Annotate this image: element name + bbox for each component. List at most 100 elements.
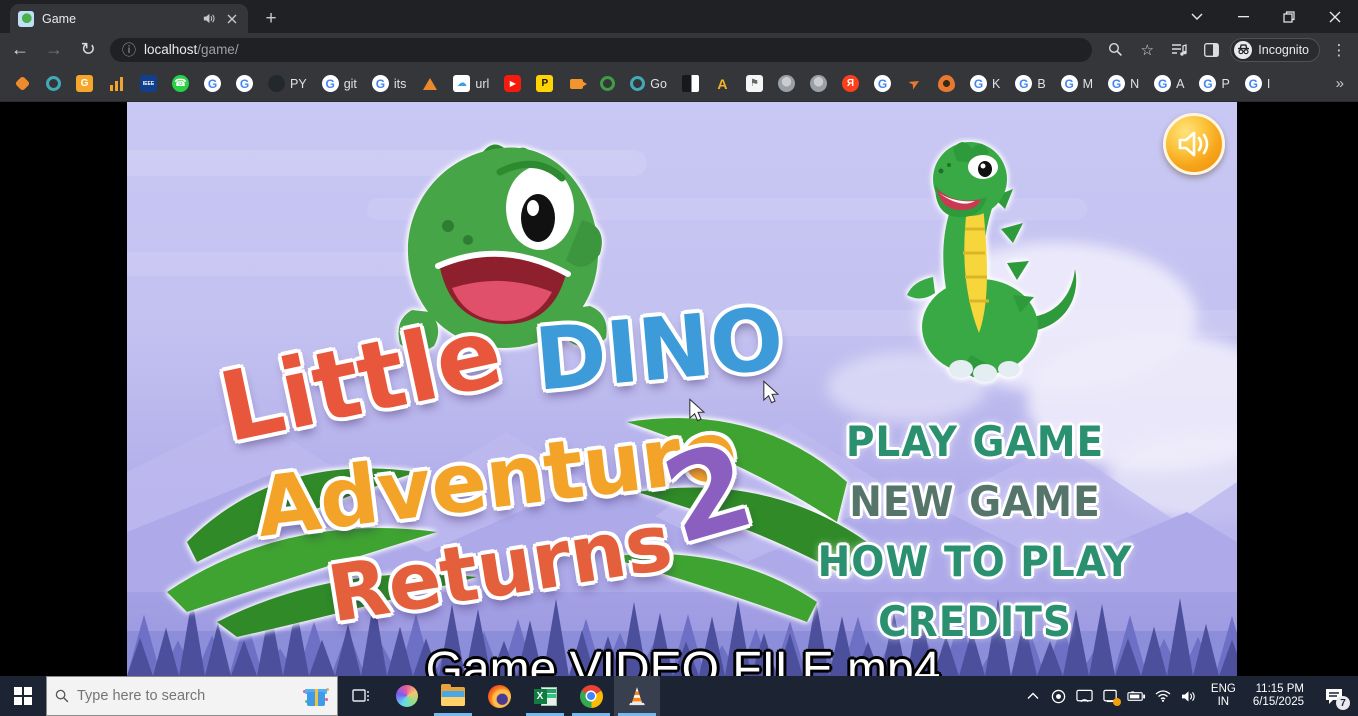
taskbar-app-excel[interactable]: X bbox=[522, 676, 568, 716]
tab-audio-icon[interactable] bbox=[200, 11, 216, 27]
bookmark-eye[interactable] bbox=[938, 75, 955, 92]
taskbar-app-copilot[interactable] bbox=[384, 676, 430, 716]
bookmark-google-p[interactable]: GP bbox=[1199, 75, 1229, 92]
incognito-badge[interactable]: Incognito bbox=[1230, 38, 1320, 62]
bookmark-dart[interactable]: ➤ bbox=[906, 75, 923, 92]
browser-menu-icon[interactable]: ⋮ bbox=[1326, 37, 1352, 63]
address-bar[interactable]: ⓘ localhost/game/ bbox=[110, 38, 1092, 62]
bookmark-mountain[interactable] bbox=[421, 75, 438, 92]
tray-chevron-up-icon[interactable] bbox=[1020, 676, 1046, 716]
tab-close-icon[interactable] bbox=[224, 11, 240, 27]
window-restore-button[interactable] bbox=[1266, 0, 1312, 33]
bookmark-eagle[interactable] bbox=[682, 75, 699, 92]
bookmark-google-git[interactable]: Ggit bbox=[322, 75, 357, 92]
menu-new-game[interactable]: NEW GAME bbox=[849, 478, 1101, 527]
bookmark-star-icon[interactable]: ☆ bbox=[1134, 37, 1160, 63]
bookmark-globe[interactable] bbox=[810, 75, 827, 92]
bookmark-google-p-icon: G bbox=[1199, 75, 1216, 92]
bookmark-google-n-label: N bbox=[1130, 77, 1139, 91]
video-caption: Game VIDEO FILE.mp4 bbox=[426, 642, 941, 676]
side-panel-icon[interactable] bbox=[1198, 37, 1224, 63]
bookmark-google[interactable]: G bbox=[874, 75, 891, 92]
browser-toolbar: ← → ↻ ⓘ localhost/game/ ☆ Incognito ⋮ bbox=[0, 33, 1358, 66]
tab-search-chevron-icon[interactable] bbox=[1174, 0, 1220, 33]
sound-button[interactable] bbox=[1163, 113, 1225, 175]
bookmark-whatsapp[interactable]: ☎ bbox=[172, 75, 189, 92]
site-info-icon[interactable]: ⓘ bbox=[122, 40, 136, 60]
bookmark-google-icon: G bbox=[236, 75, 253, 92]
tray-tablet-icon[interactable] bbox=[1098, 676, 1124, 716]
taskbar-app-chrome[interactable] bbox=[568, 676, 614, 716]
tab-title: Game bbox=[42, 12, 192, 26]
game-canvas[interactable]: Little DINO Adventure Returns 2 bbox=[127, 102, 1237, 676]
bookmark-google-a[interactable]: GA bbox=[1154, 75, 1184, 92]
menu-credits[interactable]: CREDITS bbox=[878, 598, 1072, 647]
tray-cast-icon[interactable] bbox=[1072, 676, 1098, 716]
bookmark-google-n[interactable]: GN bbox=[1108, 75, 1139, 92]
forward-icon[interactable]: → bbox=[40, 36, 68, 64]
bookmark-green-ring[interactable] bbox=[600, 76, 615, 91]
taskbar-app-vlc[interactable] bbox=[614, 676, 660, 716]
taskbar-clock[interactable]: 11:15 PM6/15/2025 bbox=[1245, 683, 1312, 709]
bookmark-whatsapp-icon: ☎ bbox=[172, 75, 189, 92]
bookmark-google-i[interactable]: GI bbox=[1245, 75, 1270, 92]
bookmark-figure[interactable]: ⚑ bbox=[746, 75, 763, 92]
bookmark-kite[interactable] bbox=[14, 75, 31, 92]
bookmark-google-git-icon: G bbox=[322, 75, 339, 92]
search-input[interactable] bbox=[77, 688, 247, 704]
bookmark-video-camera[interactable] bbox=[568, 75, 585, 92]
gift-icon[interactable] bbox=[303, 684, 329, 708]
start-button[interactable] bbox=[0, 676, 46, 716]
bookmark-google-its-icon: G bbox=[372, 75, 389, 92]
menu-play-game[interactable]: PLAY GAME bbox=[846, 418, 1104, 467]
bookmark-url[interactable]: ☁url bbox=[453, 75, 489, 92]
bookmarks-overflow-icon[interactable]: » bbox=[1336, 75, 1344, 92]
bookmark-godaddy-go[interactable]: Go bbox=[630, 76, 667, 91]
window-minimize-button[interactable] bbox=[1220, 0, 1266, 33]
bookmark-godaddy[interactable] bbox=[46, 76, 61, 91]
bookmark-analytics[interactable] bbox=[108, 75, 125, 92]
taskbar-search[interactable] bbox=[46, 676, 338, 716]
bookmark-gold-a-icon: A bbox=[714, 75, 731, 92]
bookmark-google-a-label: A bbox=[1176, 77, 1184, 91]
window-close-button[interactable] bbox=[1312, 0, 1358, 33]
bookmark-dart-icon: ➤ bbox=[903, 72, 926, 95]
bookmark-p[interactable]: P bbox=[536, 75, 553, 92]
bookmark-yandex[interactable]: Я bbox=[842, 75, 859, 92]
tray-wifi-icon[interactable] bbox=[1150, 676, 1176, 716]
bookmark-google-a-icon: G bbox=[1154, 75, 1171, 92]
bookmark-godaddy-icon bbox=[46, 76, 61, 91]
tray-volume-icon[interactable] bbox=[1176, 676, 1202, 716]
tray-record-icon[interactable] bbox=[1046, 676, 1072, 716]
search-icon[interactable] bbox=[1102, 37, 1128, 63]
taskbar-app-task-view[interactable] bbox=[338, 676, 384, 716]
reload-icon[interactable]: ↻ bbox=[74, 36, 102, 64]
action-center-button[interactable]: 7 bbox=[1314, 676, 1354, 716]
bookmark-ieee-icon: IEEE bbox=[140, 75, 157, 92]
new-tab-button[interactable]: + bbox=[258, 6, 284, 32]
bookmark-github[interactable]: PY bbox=[268, 75, 307, 92]
bookmark-globe[interactable] bbox=[778, 75, 795, 92]
bookmark-google-m[interactable]: GM bbox=[1061, 75, 1093, 92]
bookmark-eye-icon bbox=[938, 75, 955, 92]
taskbar-app-file-explorer[interactable] bbox=[430, 676, 476, 716]
bookmark-godaddy-go-label: Go bbox=[650, 77, 667, 91]
bookmark-google-its[interactable]: Gits bbox=[372, 75, 407, 92]
bookmark-youtube[interactable]: ▶ bbox=[504, 75, 521, 92]
bookmark-admob[interactable]: G bbox=[76, 75, 93, 92]
bookmark-google-k[interactable]: GK bbox=[970, 75, 1000, 92]
tray-battery-icon[interactable] bbox=[1124, 676, 1150, 716]
tab-game[interactable]: Game bbox=[10, 4, 248, 33]
bookmark-google-i-icon: G bbox=[1245, 75, 1262, 92]
bookmark-kite-icon bbox=[15, 76, 31, 92]
bookmark-google-b[interactable]: GB bbox=[1015, 75, 1045, 92]
bookmark-gold-a[interactable]: A bbox=[714, 75, 731, 92]
language-indicator[interactable]: ENGIN bbox=[1204, 683, 1243, 709]
bookmark-ieee[interactable]: IEEE bbox=[140, 75, 157, 92]
menu-how-to-play[interactable]: HOW TO PLAY bbox=[818, 538, 1133, 587]
media-controls-icon[interactable] bbox=[1166, 37, 1192, 63]
bookmark-google[interactable]: G bbox=[236, 75, 253, 92]
taskbar-app-firefox[interactable] bbox=[476, 676, 522, 716]
bookmark-google[interactable]: G bbox=[204, 75, 221, 92]
back-icon[interactable]: ← bbox=[6, 36, 34, 64]
